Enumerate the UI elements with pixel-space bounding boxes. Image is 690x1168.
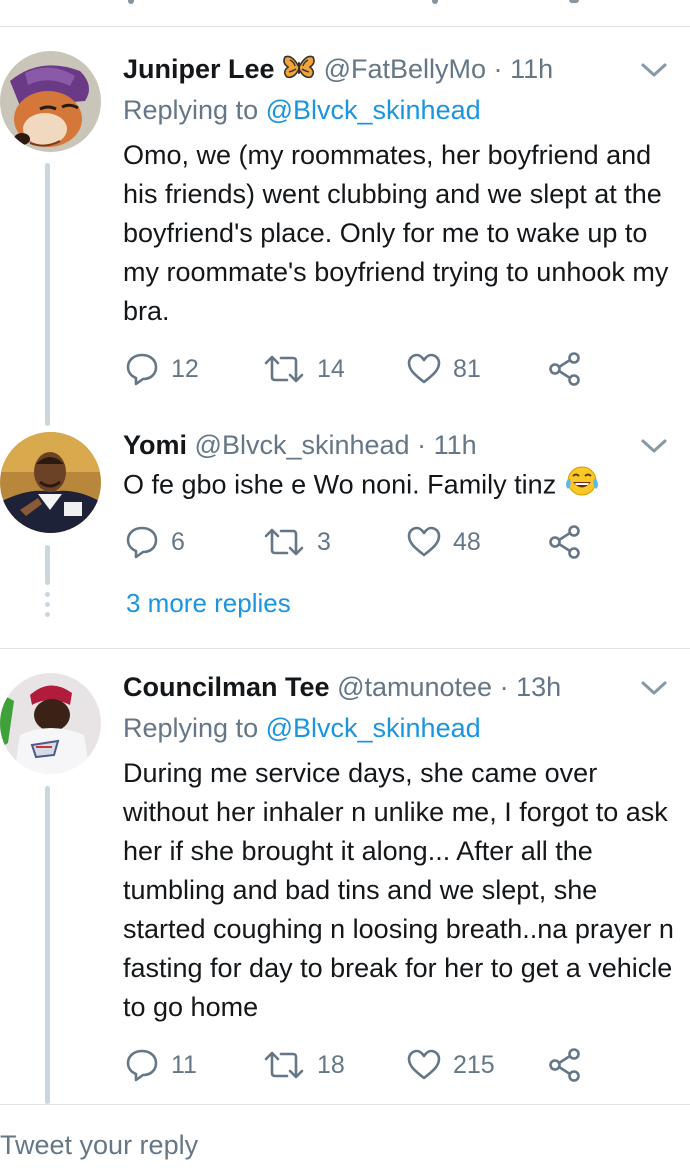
avatar-councilman-tee[interactable] <box>0 673 101 774</box>
share-icon <box>548 1048 582 1082</box>
reply-button[interactable]: 6 <box>125 524 185 560</box>
previous-tweet-actions-cut <box>0 0 690 26</box>
reply-icon <box>125 352 159 386</box>
reply-button[interactable]: 11 <box>125 1047 197 1083</box>
tweet-actions: 11 18 215 <box>123 1047 603 1083</box>
like-button[interactable]: 81 <box>407 351 481 387</box>
separator-dot: · <box>493 54 503 84</box>
retweet-count: 14 <box>317 354 345 383</box>
handle[interactable]: @FatBellyMo <box>324 54 486 84</box>
timestamp[interactable]: 11h <box>434 430 477 460</box>
tweet-text: Omo, we (my roommates, her boyfriend and… <box>123 140 669 326</box>
mention-link[interactable]: @Blvck_skinhead <box>266 713 481 743</box>
tweet-header: Yomi @Blvck_skinhead · 11h <box>123 428 477 462</box>
timestamp[interactable]: 13h <box>516 672 561 702</box>
handle[interactable]: @Blvck_skinhead <box>195 430 410 460</box>
display-name[interactable]: Councilman Tee <box>123 672 330 702</box>
chevron-down-icon[interactable] <box>641 62 667 78</box>
tweet-header: Juniper Lee @FatBellyMo · 11h <box>123 52 553 86</box>
tweet-actions: 6 3 48 <box>123 524 603 560</box>
like-count: 215 <box>453 1050 495 1079</box>
retweet-button[interactable]: 18 <box>263 1047 345 1083</box>
retweet-icon <box>263 1049 305 1081</box>
replying-to-label: Replying to <box>123 95 259 125</box>
thread-continuation-dots <box>43 592 51 622</box>
tweet-text-row: O fe gbo ishe e Wo noni. Family tinz <box>123 465 683 508</box>
like-count: 48 <box>453 527 481 556</box>
tweet-actions: 12 14 81 <box>123 351 603 387</box>
reply-icon <box>125 1048 159 1082</box>
retweet-icon <box>263 353 305 385</box>
share-button[interactable] <box>548 1047 582 1083</box>
replying-to: Replying to @Blvck_skinhead <box>123 93 481 127</box>
like-icon <box>407 1049 441 1081</box>
retweet-icon <box>263 526 305 558</box>
laughing-tears-emoji-icon <box>564 465 600 508</box>
avatar-juniper-lee[interactable] <box>0 51 101 152</box>
like-icon <box>407 353 441 385</box>
handle[interactable]: @tamunotee <box>337 672 492 702</box>
like-count: 81 <box>453 354 481 383</box>
thread-line <box>45 545 50 585</box>
retweet-count: 3 <box>317 527 331 556</box>
display-name[interactable]: Juniper Lee <box>123 54 275 84</box>
reply-compose-input[interactable]: Tweet your reply <box>0 1130 198 1161</box>
reply-count: 11 <box>171 1050 197 1079</box>
chevron-down-icon[interactable] <box>641 438 667 454</box>
like-icon <box>407 526 441 558</box>
separator-dot: · <box>417 430 427 460</box>
retweet-button[interactable]: 14 <box>263 351 345 387</box>
thread-line <box>45 163 50 426</box>
reply-count: 6 <box>171 527 185 556</box>
display-name[interactable]: Yomi <box>123 430 187 460</box>
like-button[interactable]: 48 <box>407 524 481 560</box>
like-button[interactable]: 215 <box>407 1047 495 1083</box>
share-button[interactable] <box>548 524 582 560</box>
more-replies-link[interactable]: 3 more replies <box>126 588 291 619</box>
reply-count: 12 <box>171 354 199 383</box>
avatar-yomi[interactable] <box>0 432 101 533</box>
tweet-header: Councilman Tee @tamunotee · 13h <box>123 670 561 704</box>
tweet-text: O fe gbo ishe e Wo noni. Family tinz <box>123 469 557 500</box>
separator-dot: · <box>499 672 509 702</box>
divider <box>0 1104 690 1105</box>
reply-icon <box>125 525 159 559</box>
reply-button[interactable]: 12 <box>125 351 199 387</box>
retweet-count: 18 <box>317 1050 345 1079</box>
retweet-button[interactable]: 3 <box>263 524 331 560</box>
replying-to: Replying to @Blvck_skinhead <box>123 711 481 745</box>
divider <box>0 648 690 649</box>
thread-line <box>45 786 50 1104</box>
replying-to-label: Replying to <box>123 713 259 743</box>
share-icon <box>548 525 582 559</box>
butterfly-emoji-icon <box>282 54 316 88</box>
share-icon <box>548 352 582 386</box>
divider <box>0 26 690 27</box>
mention-link[interactable]: @Blvck_skinhead <box>266 95 481 125</box>
timestamp[interactable]: 11h <box>510 54 553 84</box>
tweet-text: During me service days, she came over wi… <box>123 758 674 1022</box>
chevron-down-icon[interactable] <box>641 680 667 696</box>
share-button[interactable] <box>548 351 582 387</box>
